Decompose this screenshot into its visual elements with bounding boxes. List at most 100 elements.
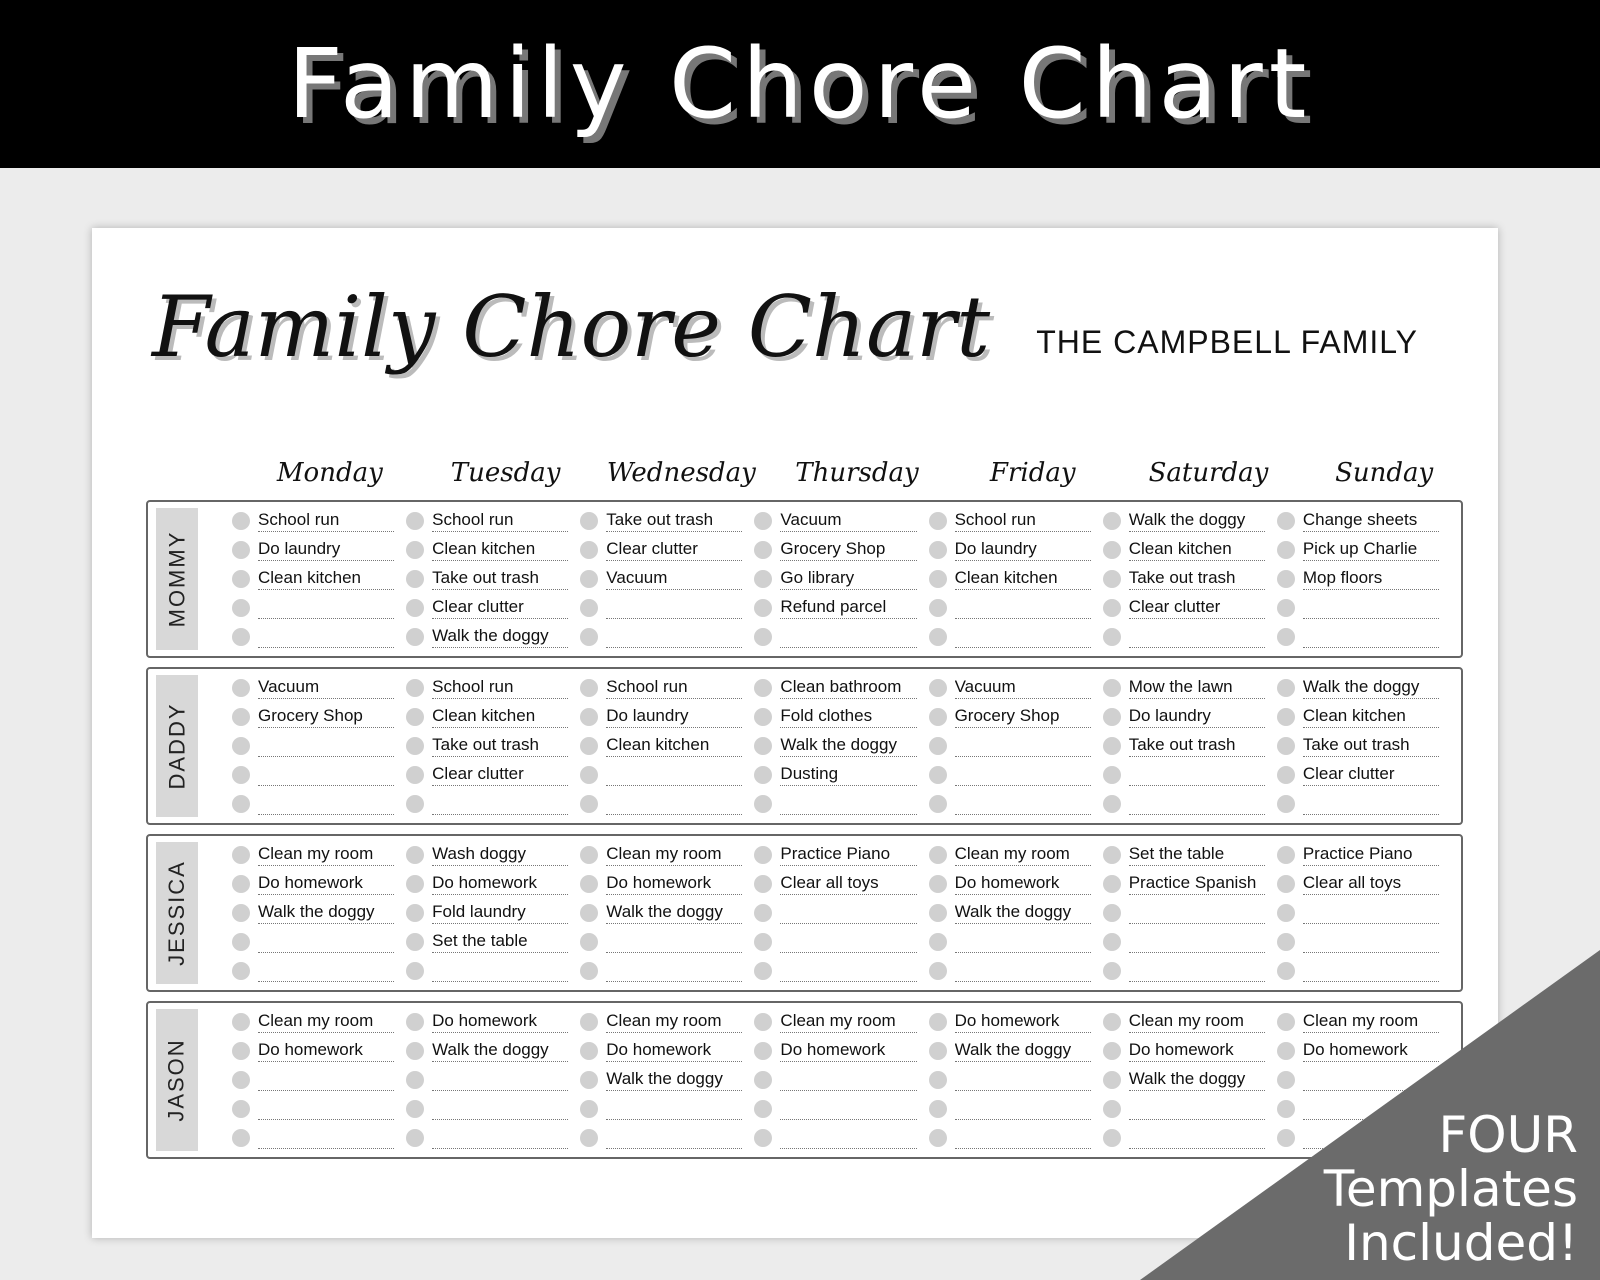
checkbox-circle-icon[interactable] xyxy=(1276,540,1295,559)
checkbox-circle-icon[interactable] xyxy=(928,961,947,980)
checkbox-circle-icon[interactable] xyxy=(406,707,425,726)
checkbox-circle-icon[interactable] xyxy=(1102,874,1121,893)
checkbox-circle-icon[interactable] xyxy=(928,707,947,726)
checkbox-circle-icon[interactable] xyxy=(754,845,773,864)
checkbox-circle-icon[interactable] xyxy=(580,678,599,697)
checkbox-circle-icon[interactable] xyxy=(928,1128,947,1147)
checkbox-circle-icon[interactable] xyxy=(406,598,425,617)
checkbox-circle-icon[interactable] xyxy=(1276,932,1295,951)
checkbox-circle-icon[interactable] xyxy=(1102,736,1121,755)
checkbox-circle-icon[interactable] xyxy=(406,765,425,784)
checkbox-circle-icon[interactable] xyxy=(232,903,250,922)
checkbox-circle-icon[interactable] xyxy=(580,903,599,922)
checkbox-circle-icon[interactable] xyxy=(928,845,947,864)
checkbox-circle-icon[interactable] xyxy=(1102,1012,1121,1031)
checkbox-circle-icon[interactable] xyxy=(1276,903,1295,922)
checkbox-circle-icon[interactable] xyxy=(754,1012,773,1031)
checkbox-circle-icon[interactable] xyxy=(754,903,773,922)
checkbox-circle-icon[interactable] xyxy=(406,874,425,893)
checkbox-circle-icon[interactable] xyxy=(580,1012,599,1031)
checkbox-circle-icon[interactable] xyxy=(406,540,425,559)
checkbox-circle-icon[interactable] xyxy=(580,794,599,813)
checkbox-circle-icon[interactable] xyxy=(928,627,947,646)
checkbox-circle-icon[interactable] xyxy=(232,874,250,893)
checkbox-circle-icon[interactable] xyxy=(928,678,947,697)
checkbox-circle-icon[interactable] xyxy=(580,1128,599,1147)
checkbox-circle-icon[interactable] xyxy=(580,1099,599,1118)
checkbox-circle-icon[interactable] xyxy=(1102,569,1121,588)
checkbox-circle-icon[interactable] xyxy=(232,540,250,559)
checkbox-circle-icon[interactable] xyxy=(406,1012,425,1031)
checkbox-circle-icon[interactable] xyxy=(754,569,773,588)
checkbox-circle-icon[interactable] xyxy=(232,1099,250,1118)
checkbox-circle-icon[interactable] xyxy=(1102,678,1121,697)
checkbox-circle-icon[interactable] xyxy=(1276,569,1295,588)
checkbox-circle-icon[interactable] xyxy=(1102,765,1121,784)
checkbox-circle-icon[interactable] xyxy=(1102,707,1121,726)
checkbox-circle-icon[interactable] xyxy=(754,1128,773,1147)
checkbox-circle-icon[interactable] xyxy=(406,678,425,697)
checkbox-circle-icon[interactable] xyxy=(580,627,599,646)
checkbox-circle-icon[interactable] xyxy=(1102,627,1121,646)
checkbox-circle-icon[interactable] xyxy=(928,794,947,813)
checkbox-circle-icon[interactable] xyxy=(580,1070,599,1089)
checkbox-circle-icon[interactable] xyxy=(754,1070,773,1089)
checkbox-circle-icon[interactable] xyxy=(1276,736,1295,755)
checkbox-circle-icon[interactable] xyxy=(406,1099,425,1118)
checkbox-circle-icon[interactable] xyxy=(1276,598,1295,617)
checkbox-circle-icon[interactable] xyxy=(928,569,947,588)
checkbox-circle-icon[interactable] xyxy=(754,540,773,559)
checkbox-circle-icon[interactable] xyxy=(406,569,425,588)
checkbox-circle-icon[interactable] xyxy=(928,1041,947,1060)
checkbox-circle-icon[interactable] xyxy=(232,736,250,755)
checkbox-circle-icon[interactable] xyxy=(1276,794,1295,813)
checkbox-circle-icon[interactable] xyxy=(580,932,599,951)
checkbox-circle-icon[interactable] xyxy=(1102,932,1121,951)
checkbox-circle-icon[interactable] xyxy=(1102,845,1121,864)
checkbox-circle-icon[interactable] xyxy=(1102,1099,1121,1118)
checkbox-circle-icon[interactable] xyxy=(232,845,250,864)
checkbox-circle-icon[interactable] xyxy=(754,627,773,646)
checkbox-circle-icon[interactable] xyxy=(1276,845,1295,864)
checkbox-circle-icon[interactable] xyxy=(928,903,947,922)
checkbox-circle-icon[interactable] xyxy=(1102,903,1121,922)
checkbox-circle-icon[interactable] xyxy=(1276,707,1295,726)
checkbox-circle-icon[interactable] xyxy=(1102,1070,1121,1089)
checkbox-circle-icon[interactable] xyxy=(406,794,425,813)
checkbox-circle-icon[interactable] xyxy=(754,932,773,951)
checkbox-circle-icon[interactable] xyxy=(232,1128,250,1147)
checkbox-circle-icon[interactable] xyxy=(1102,511,1121,530)
checkbox-circle-icon[interactable] xyxy=(232,765,250,784)
checkbox-circle-icon[interactable] xyxy=(406,932,425,951)
checkbox-circle-icon[interactable] xyxy=(580,765,599,784)
checkbox-circle-icon[interactable] xyxy=(1276,765,1295,784)
checkbox-circle-icon[interactable] xyxy=(580,874,599,893)
checkbox-circle-icon[interactable] xyxy=(232,932,250,951)
checkbox-circle-icon[interactable] xyxy=(406,1041,425,1060)
checkbox-circle-icon[interactable] xyxy=(406,1128,425,1147)
checkbox-circle-icon[interactable] xyxy=(232,1041,250,1060)
checkbox-circle-icon[interactable] xyxy=(1102,961,1121,980)
checkbox-circle-icon[interactable] xyxy=(580,845,599,864)
checkbox-circle-icon[interactable] xyxy=(232,598,250,617)
checkbox-circle-icon[interactable] xyxy=(1276,511,1295,530)
checkbox-circle-icon[interactable] xyxy=(928,540,947,559)
checkbox-circle-icon[interactable] xyxy=(928,1099,947,1118)
checkbox-circle-icon[interactable] xyxy=(1276,874,1295,893)
checkbox-circle-icon[interactable] xyxy=(580,707,599,726)
checkbox-circle-icon[interactable] xyxy=(406,627,425,646)
checkbox-circle-icon[interactable] xyxy=(232,511,250,530)
checkbox-circle-icon[interactable] xyxy=(1276,627,1295,646)
checkbox-circle-icon[interactable] xyxy=(754,511,773,530)
checkbox-circle-icon[interactable] xyxy=(1276,678,1295,697)
checkbox-circle-icon[interactable] xyxy=(580,569,599,588)
checkbox-circle-icon[interactable] xyxy=(754,736,773,755)
checkbox-circle-icon[interactable] xyxy=(580,1041,599,1060)
checkbox-circle-icon[interactable] xyxy=(232,678,250,697)
checkbox-circle-icon[interactable] xyxy=(580,598,599,617)
checkbox-circle-icon[interactable] xyxy=(928,598,947,617)
checkbox-circle-icon[interactable] xyxy=(754,765,773,784)
checkbox-circle-icon[interactable] xyxy=(928,932,947,951)
checkbox-circle-icon[interactable] xyxy=(928,874,947,893)
checkbox-circle-icon[interactable] xyxy=(232,961,250,980)
